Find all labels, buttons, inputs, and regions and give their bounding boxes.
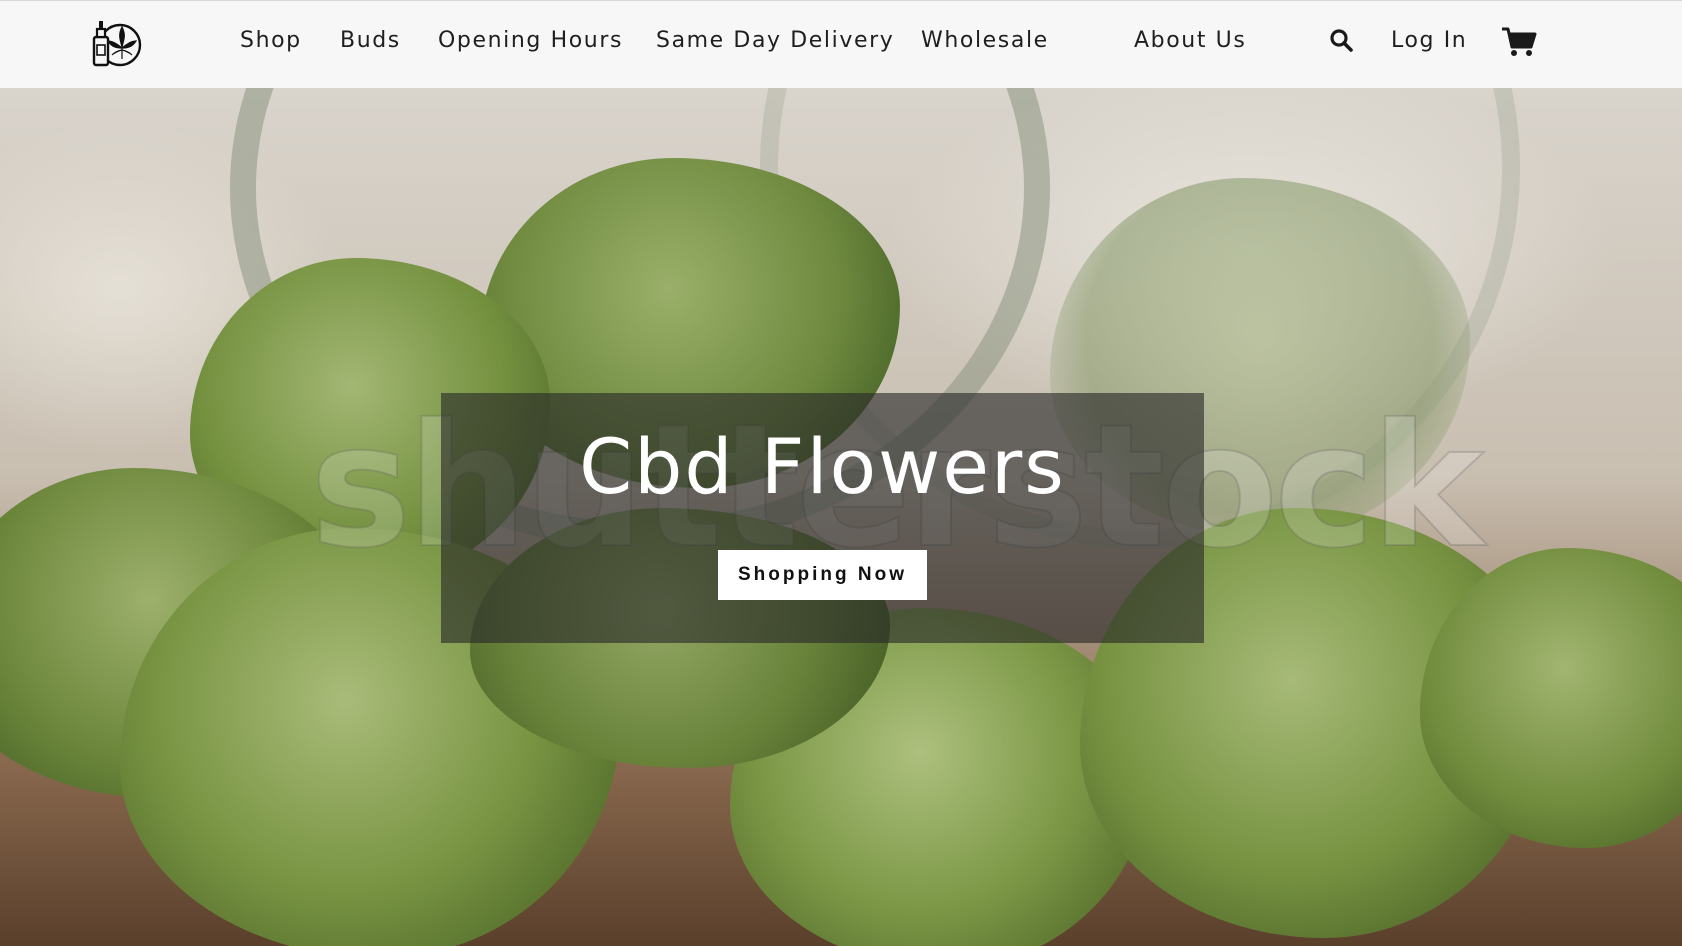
hero-banner: shutterstock Cbd Flowers Shopping Now [0,88,1682,946]
nav-buds[interactable]: Buds [340,27,401,55]
hero-title: Cbd Flowers [579,422,1066,511]
site-header: Shop Buds Opening Hours Same Day Deliver… [0,0,1682,88]
nav-shop[interactable]: Shop [240,27,302,55]
nav-same-day-delivery[interactable]: Same Day Delivery [656,27,894,55]
login-link[interactable]: Log In [1391,27,1467,55]
nav-about-us[interactable]: About Us [1134,27,1246,55]
cart-icon[interactable] [1501,26,1537,58]
cbd-oil-bottle-leaf-icon[interactable] [90,17,142,69]
nav-opening-hours[interactable]: Opening Hours [438,27,623,55]
shopping-now-button[interactable]: Shopping Now [718,550,927,600]
search-icon[interactable] [1329,28,1353,52]
nav-wholesale[interactable]: Wholesale [921,27,1049,55]
hero-overlay: Cbd Flowers Shopping Now [441,393,1204,643]
